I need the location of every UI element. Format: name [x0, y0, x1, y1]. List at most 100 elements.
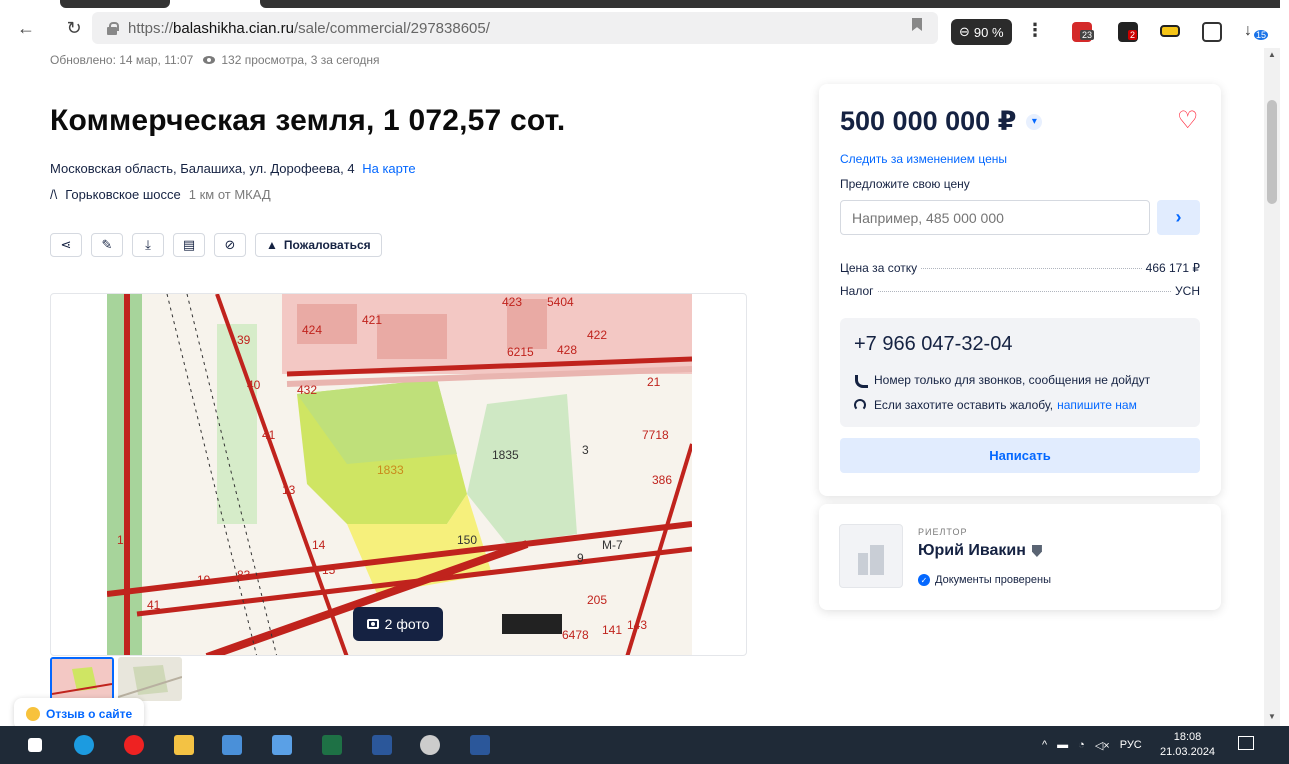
scroll-up-icon[interactable]: ▲: [1268, 50, 1276, 59]
map-label: 1833: [377, 463, 404, 477]
volume-icon[interactable]: ◁×: [1095, 739, 1110, 752]
chevron-right-icon: ›: [1175, 207, 1182, 227]
photo-gallery[interactable]: 423 5404 424 421 428 422 6215 39 40 432 …: [50, 293, 747, 656]
notes-app-icon[interactable]: [222, 735, 242, 755]
map-label: 39: [237, 333, 251, 347]
write-us-link[interactable]: напишите нам: [1057, 398, 1137, 412]
map-label: 40: [247, 378, 261, 392]
feedback-label: Отзыв о сайте: [46, 707, 133, 721]
excel-icon[interactable]: [322, 735, 342, 755]
edge-icon[interactable]: [74, 735, 94, 755]
map-label: 422: [587, 328, 607, 342]
chevron-down-icon[interactable]: ▾: [1026, 113, 1043, 130]
scroll-down-icon[interactable]: ▼: [1268, 712, 1276, 721]
thumbnail-1[interactable]: [50, 657, 114, 701]
address-bar[interactable]: https://balashikha.cian.ru/sale/commerci…: [92, 12, 938, 44]
map-label: 83: [237, 568, 251, 582]
address-text: Московская область, Балашиха, ул. Дорофе…: [50, 161, 355, 176]
price-card: 500 000 000 ₽ ▾ ♡ Следить за изменением …: [819, 84, 1221, 496]
reload-button[interactable]: ↻: [60, 14, 88, 42]
tab-edge: [260, 0, 1280, 8]
edit-button[interactable]: ✎: [91, 233, 123, 257]
listing-address: Московская область, Балашиха, ул. Дорофе…: [50, 161, 416, 176]
browser-tab-strip: [0, 0, 1289, 8]
agent-name[interactable]: Юрий Ивакин: [918, 542, 1026, 560]
site-feedback-button[interactable]: Отзыв о сайте: [14, 698, 145, 726]
scroll-thumb[interactable]: [1267, 100, 1277, 204]
calls-only-text: Номер только для звонков, сообщения не д…: [874, 373, 1151, 387]
highway-info: /\ Горьковское шоссе 1 км от МКАД: [50, 187, 271, 202]
share-button[interactable]: ⋖: [50, 233, 82, 257]
agent-name-row: Юрий Ивакин: [918, 542, 1042, 560]
complaint-note: Если захотите оставить жалобу, напишите …: [854, 398, 1137, 412]
offer-label: Предложите свою цену: [840, 177, 970, 191]
calls-only-note: Номер только для звонков, сообщения не д…: [854, 373, 1151, 388]
view-count: 132 просмотра, 3 за сегодня: [221, 53, 380, 67]
download-icon: ⤓: [145, 237, 151, 252]
offer-price-input[interactable]: [840, 200, 1150, 235]
map-label: 3: [582, 443, 589, 457]
print-button[interactable]: ▤: [173, 233, 205, 257]
warning-icon: ▲: [266, 238, 278, 252]
clock[interactable]: 18:08 21.03.2024: [1160, 730, 1215, 760]
agent-role: РИЕЛТОР: [918, 527, 968, 537]
word-icon[interactable]: [372, 735, 392, 755]
photo-count-badge[interactable]: 2 фото: [353, 607, 443, 641]
map-label: 14: [312, 538, 326, 552]
battery-tray-icon[interactable]: ▬: [1057, 739, 1068, 751]
shield-extension-icon[interactable]: [1202, 22, 1222, 42]
map-label: 6215: [507, 345, 534, 359]
follow-price-link[interactable]: Следить за изменением цены: [840, 152, 1007, 166]
page-title: Коммерческая земля, 1 072,57 сот.: [50, 104, 566, 137]
documents-verified: ✓ Документы проверены: [918, 574, 1051, 586]
map-link[interactable]: На карте: [362, 161, 415, 176]
download-button[interactable]: ⤓: [132, 233, 164, 257]
browser-menu-icon[interactable]: ⋮: [1026, 20, 1044, 41]
mkad-distance: 1 км от МКАД: [188, 187, 271, 202]
map-label: 13: [282, 483, 296, 497]
battery-icon[interactable]: [1160, 25, 1180, 37]
wifi-icon[interactable]: ◔: [1078, 739, 1085, 751]
thumbnail-2[interactable]: [118, 657, 182, 701]
browser-toolbar: ← ↻ https://balashikha.cian.ru/sale/comm…: [0, 8, 1289, 48]
map-label: M-7: [602, 538, 623, 552]
camera-icon: [366, 619, 379, 629]
map-label: 9: [577, 551, 584, 565]
map-label: 428: [557, 343, 577, 357]
page-scrollbar[interactable]: ▲ ▼: [1264, 48, 1280, 726]
language-indicator[interactable]: РУС: [1120, 739, 1142, 751]
zoom-indicator[interactable]: ⊖ 90 %: [951, 19, 1012, 45]
offer-submit-button[interactable]: ›: [1157, 200, 1200, 235]
map-label: 141: [602, 623, 622, 637]
avatar[interactable]: [839, 524, 903, 588]
tax-row: Налог УСН: [840, 284, 1200, 298]
dotted-leader: [921, 268, 1142, 269]
phone-number[interactable]: +7 966 047-32-04: [854, 333, 1012, 356]
map-label: 19: [197, 573, 211, 587]
windows-start-icon[interactable]: [28, 738, 42, 752]
tray-chevron-icon[interactable]: ^: [1042, 739, 1047, 751]
write-button[interactable]: Написать: [840, 438, 1200, 473]
file-explorer-icon[interactable]: [174, 735, 194, 755]
complain-button[interactable]: ▲ Пожаловаться: [255, 233, 382, 257]
price-per-sotka-label: Цена за сотку: [840, 261, 918, 275]
hide-button[interactable]: ⊘: [214, 233, 246, 257]
price-per-sotka-row: Цена за сотку 466 171 ₽: [840, 261, 1200, 275]
price-value: 500 000 000 ₽: [840, 106, 1017, 136]
smile-icon: [26, 707, 40, 721]
yandex-browser-icon[interactable]: [124, 735, 144, 755]
photos-app-icon[interactable]: [272, 735, 292, 755]
map-label: 150: [457, 533, 477, 547]
clock-date: 21.03.2024: [1160, 746, 1216, 758]
back-button[interactable]: ←: [12, 14, 40, 42]
notifications-icon[interactable]: [1238, 736, 1254, 750]
word-doc-icon[interactable]: [470, 735, 490, 755]
dotted-leader: [877, 291, 1172, 292]
zoom-value: 90 %: [973, 24, 1004, 40]
pencil-icon: ✎: [101, 237, 113, 252]
map-label: 432: [297, 383, 317, 397]
favorite-heart-icon[interactable]: ♡: [1177, 106, 1199, 135]
phone-box: +7 966 047-32-04 Номер только для звонко…: [840, 318, 1200, 427]
paint-icon[interactable]: [420, 735, 440, 755]
map-label: 5404: [547, 295, 574, 309]
